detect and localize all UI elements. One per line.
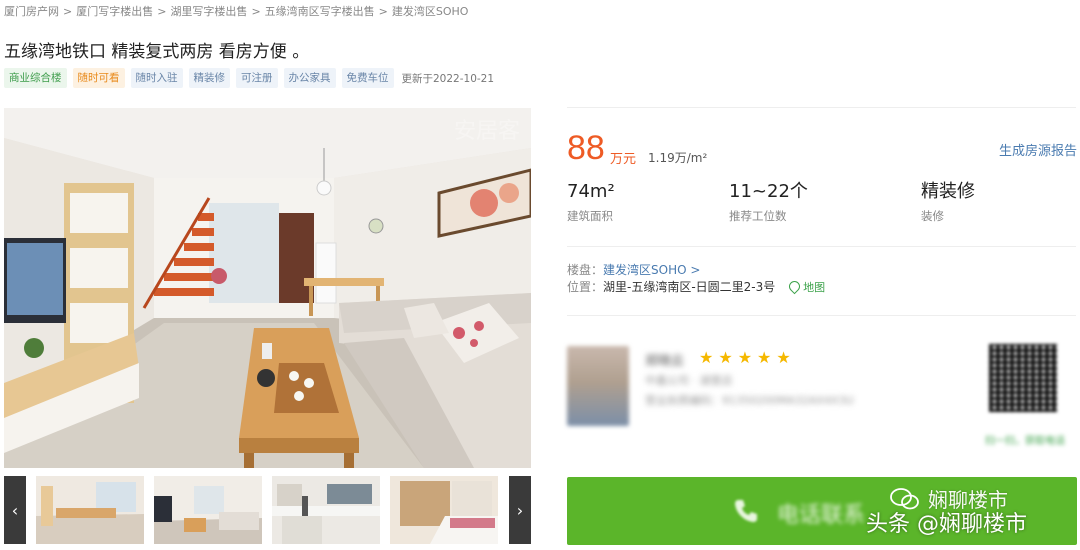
stat-label: 推荐工位数	[729, 209, 787, 223]
qr-caption: 扫一扫，获取电话	[985, 436, 1065, 447]
stat-workstations: 11~22个 推荐工位数	[729, 180, 808, 224]
thumbnail-4[interactable]	[390, 476, 498, 544]
watermark-toutiao: 头条 @娴聊楼市	[866, 512, 1027, 537]
rating-stars-icon: ★★★★★	[699, 348, 796, 367]
living-room-image: 安居客	[4, 108, 531, 468]
stat-label: 建筑面积	[567, 209, 613, 223]
address-block: 楼盘：建发湾区SOHO > 位置：湖里-五缘湾南区-日圆二里2-3号 地图	[567, 262, 825, 296]
divider	[567, 246, 1076, 247]
thumbnail-3[interactable]	[272, 476, 380, 544]
breadcrumb-item-soho[interactable]: 建发湾区SOHO	[392, 5, 469, 18]
breadcrumb-item-xiamen[interactable]: 厦门房产网	[4, 5, 59, 18]
stat-value: 74m²	[567, 181, 615, 202]
prev-arrow-icon[interactable]: ‹	[4, 476, 26, 544]
thumbnail-image	[36, 476, 144, 544]
breadcrumb-separator: >	[63, 5, 73, 18]
divider	[567, 315, 1076, 316]
location-key: 位置：	[567, 280, 604, 294]
total-price: 88	[567, 129, 605, 167]
thumbnail-2[interactable]	[154, 476, 262, 544]
building-link[interactable]: 建发湾区SOHO >	[603, 263, 700, 277]
tag-commercial: 商业综合楼	[4, 68, 67, 88]
stat-value: 11~22个	[729, 181, 808, 202]
building-key: 楼盘：	[567, 263, 604, 277]
stat-area: 74m² 建筑面积	[567, 180, 615, 224]
avatar[interactable]	[567, 346, 629, 426]
agent-company: 中鑫公司 · 湖里店	[645, 374, 733, 387]
call-button-label: 电话联系	[777, 503, 866, 528]
unit-price: 1.19万/m²	[648, 151, 708, 165]
stats-row: 74m² 建筑面积 11~22个 推荐工位数 精装修 装修	[567, 180, 1067, 230]
main-photo[interactable]: 安居客	[4, 108, 531, 468]
breadcrumb: 厦门房产网 > 厦门写字楼出售 > 湖里写字楼出售 > 五缘湾南区写字楼出售 > 建发湾区SOH…	[4, 3, 468, 19]
thumbnail-strip: ‹ ›	[4, 476, 531, 544]
stat-decoration: 精装修 装修	[921, 180, 975, 224]
phone-icon	[735, 500, 757, 522]
divider	[567, 107, 1076, 108]
building-row: 楼盘：建发湾区SOHO >	[567, 262, 825, 279]
thumbnail-image	[154, 476, 262, 544]
thumbnail-image	[272, 476, 380, 544]
agent-name[interactable]: 郑晓云	[645, 350, 684, 369]
next-arrow-icon[interactable]: ›	[509, 476, 531, 544]
breadcrumb-item-huli[interactable]: 湖里写字楼出售	[170, 5, 247, 18]
agent-card: 郑晓云 ★★★★★ 中鑫公司 · 湖里店 营业执照编码：91350200MA32…	[567, 340, 1077, 450]
breadcrumb-item-office-sale[interactable]: 厦门写字楼出售	[76, 5, 153, 18]
location-row: 位置：湖里-五缘湾南区-日圆二里2-3号 地图	[567, 278, 826, 296]
map-pin-icon	[786, 278, 803, 295]
tag-furniture: 办公家具	[283, 68, 336, 88]
agent-license: 营业执照编码：91350200MA32AX4X3U	[645, 394, 854, 407]
map-link[interactable]: 地图	[786, 278, 826, 295]
stat-value: 精装修	[921, 181, 975, 202]
price-row: 88 万元 1.19万/m² 生成房源报告	[567, 128, 1077, 168]
breadcrumb-separator: >	[157, 5, 167, 18]
breadcrumb-item-wuyuanwan[interactable]: 五缘湾南区写字楼出售	[265, 5, 375, 18]
tag-list: 商业综合楼 随时可看 随时入驻 精装修 可注册 办公家具 免费车位 更新于202…	[4, 68, 494, 88]
tag-parking: 免费车位	[341, 68, 394, 88]
price-unit: 万元	[610, 152, 637, 167]
location-value: 湖里-五缘湾南区-日圆二里2-3号	[603, 280, 776, 294]
breadcrumb-separator: >	[378, 5, 388, 18]
listing-title: 五缘湾地铁口 精装复式两房 看房方便 。	[4, 42, 310, 62]
tag-viewable: 随时可看	[72, 68, 125, 88]
thumbnail-1[interactable]	[36, 476, 144, 544]
stat-label: 装修	[921, 209, 944, 223]
generate-report-link[interactable]: 生成房源报告	[999, 140, 1077, 159]
tag-registrable: 可注册	[236, 68, 278, 88]
updated-date: 更新于2022-10-21	[401, 72, 495, 85]
tag-decorated: 精装修	[188, 68, 230, 88]
svg-text:安居客: 安居客	[454, 119, 520, 144]
map-label: 地图	[803, 281, 826, 294]
tag-move-in: 随时入驻	[130, 68, 183, 88]
qr-code-icon	[989, 344, 1057, 412]
breadcrumb-separator: >	[251, 5, 261, 18]
thumbnail-image	[390, 476, 498, 544]
